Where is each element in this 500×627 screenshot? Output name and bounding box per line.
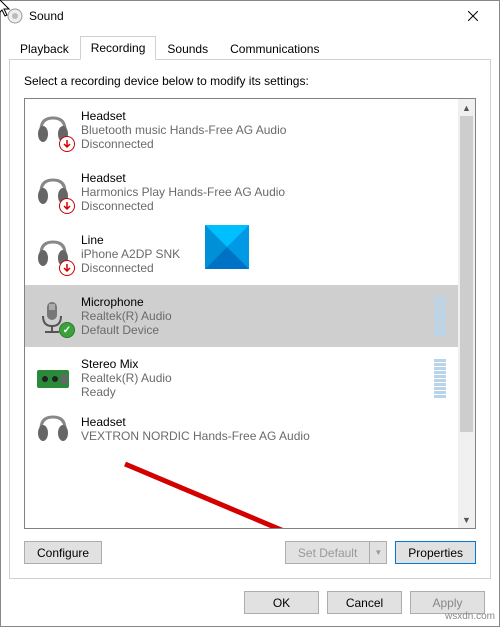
watermark: wsxdn.com <box>445 611 495 622</box>
device-sub: Harmonics Play Hands-Free AG Audio <box>81 185 450 199</box>
dialog-button-row: OK Cancel Apply <box>1 579 499 626</box>
device-sub: VEXTRON NORDIC Hands-Free AG Audio <box>81 429 450 443</box>
set-default-button[interactable]: Set Default <box>285 541 369 564</box>
close-button[interactable] <box>453 2 493 30</box>
device-name: Headset <box>81 171 450 185</box>
headset-icon <box>33 110 73 150</box>
device-item[interactable]: Line iPhone A2DP SNK Disconnected <box>25 223 458 285</box>
configure-button[interactable]: Configure <box>24 541 102 564</box>
cancel-button[interactable]: Cancel <box>327 591 402 614</box>
scrollbar[interactable]: ▲ ▼ <box>458 99 475 528</box>
device-status: Disconnected <box>81 261 450 275</box>
device-name: Stereo Mix <box>81 357 434 371</box>
device-item[interactable]: Stereo Mix Realtek(R) Audio Ready <box>25 347 458 409</box>
disconnected-badge-icon <box>59 198 75 214</box>
device-name: Line <box>81 233 450 247</box>
titlebar: Sound <box>1 1 499 31</box>
device-status: Disconnected <box>81 137 450 151</box>
scroll-up-button[interactable]: ▲ <box>458 99 475 116</box>
tab-sounds[interactable]: Sounds <box>156 37 219 60</box>
sound-dialog: Sound Playback Recording Sounds Communic… <box>0 0 500 627</box>
tab-strip: Playback Recording Sounds Communications <box>9 35 491 60</box>
tab-recording[interactable]: Recording <box>80 36 157 60</box>
level-meter <box>434 297 446 336</box>
disconnected-badge-icon <box>59 260 75 276</box>
tab-playback[interactable]: Playback <box>9 37 80 60</box>
logo-overlay-icon <box>205 225 249 269</box>
scroll-thumb[interactable] <box>460 116 473 432</box>
headset-icon <box>33 234 73 274</box>
disconnected-badge-icon <box>59 136 75 152</box>
tab-communications[interactable]: Communications <box>219 37 330 60</box>
device-status: Disconnected <box>81 199 450 213</box>
device-item[interactable]: Headset Harmonics Play Hands-Free AG Aud… <box>25 161 458 223</box>
device-name: Headset <box>81 415 450 429</box>
ok-button[interactable]: OK <box>244 591 319 614</box>
mouse-cursor <box>0 0 15 19</box>
window-title: Sound <box>29 9 453 23</box>
device-list: Headset Bluetooth music Hands-Free AG Au… <box>24 98 476 529</box>
device-sub: Realtek(R) Audio <box>81 371 434 385</box>
properties-button[interactable]: Properties <box>395 541 476 564</box>
device-item[interactable]: Headset VEXTRON NORDIC Hands-Free AG Aud… <box>25 409 458 449</box>
headset-icon <box>33 172 73 212</box>
headset-icon <box>33 409 73 449</box>
instruction-text: Select a recording device below to modif… <box>24 74 476 88</box>
scroll-down-button[interactable]: ▼ <box>458 511 475 528</box>
scroll-track[interactable] <box>458 116 475 511</box>
microphone-icon: ✓ <box>33 296 73 336</box>
soundcard-icon <box>33 358 73 398</box>
level-meter <box>434 359 446 398</box>
device-name: Microphone <box>81 295 434 309</box>
device-status: Default Device <box>81 323 434 337</box>
set-default-dropdown[interactable]: ▼ <box>369 541 387 564</box>
set-default-split-button[interactable]: Set Default ▼ <box>285 541 387 564</box>
default-badge-icon: ✓ <box>59 322 75 338</box>
device-sub: iPhone A2DP SNK <box>81 247 450 261</box>
tab-content: Select a recording device below to modif… <box>9 60 491 579</box>
device-item-selected[interactable]: ✓ Microphone Realtek(R) Audio Default De… <box>25 285 458 347</box>
device-item[interactable]: Headset Bluetooth music Hands-Free AG Au… <box>25 99 458 161</box>
device-sub: Realtek(R) Audio <box>81 309 434 323</box>
device-status: Ready <box>81 385 434 399</box>
device-sub: Bluetooth music Hands-Free AG Audio <box>81 123 450 137</box>
device-name: Headset <box>81 109 450 123</box>
